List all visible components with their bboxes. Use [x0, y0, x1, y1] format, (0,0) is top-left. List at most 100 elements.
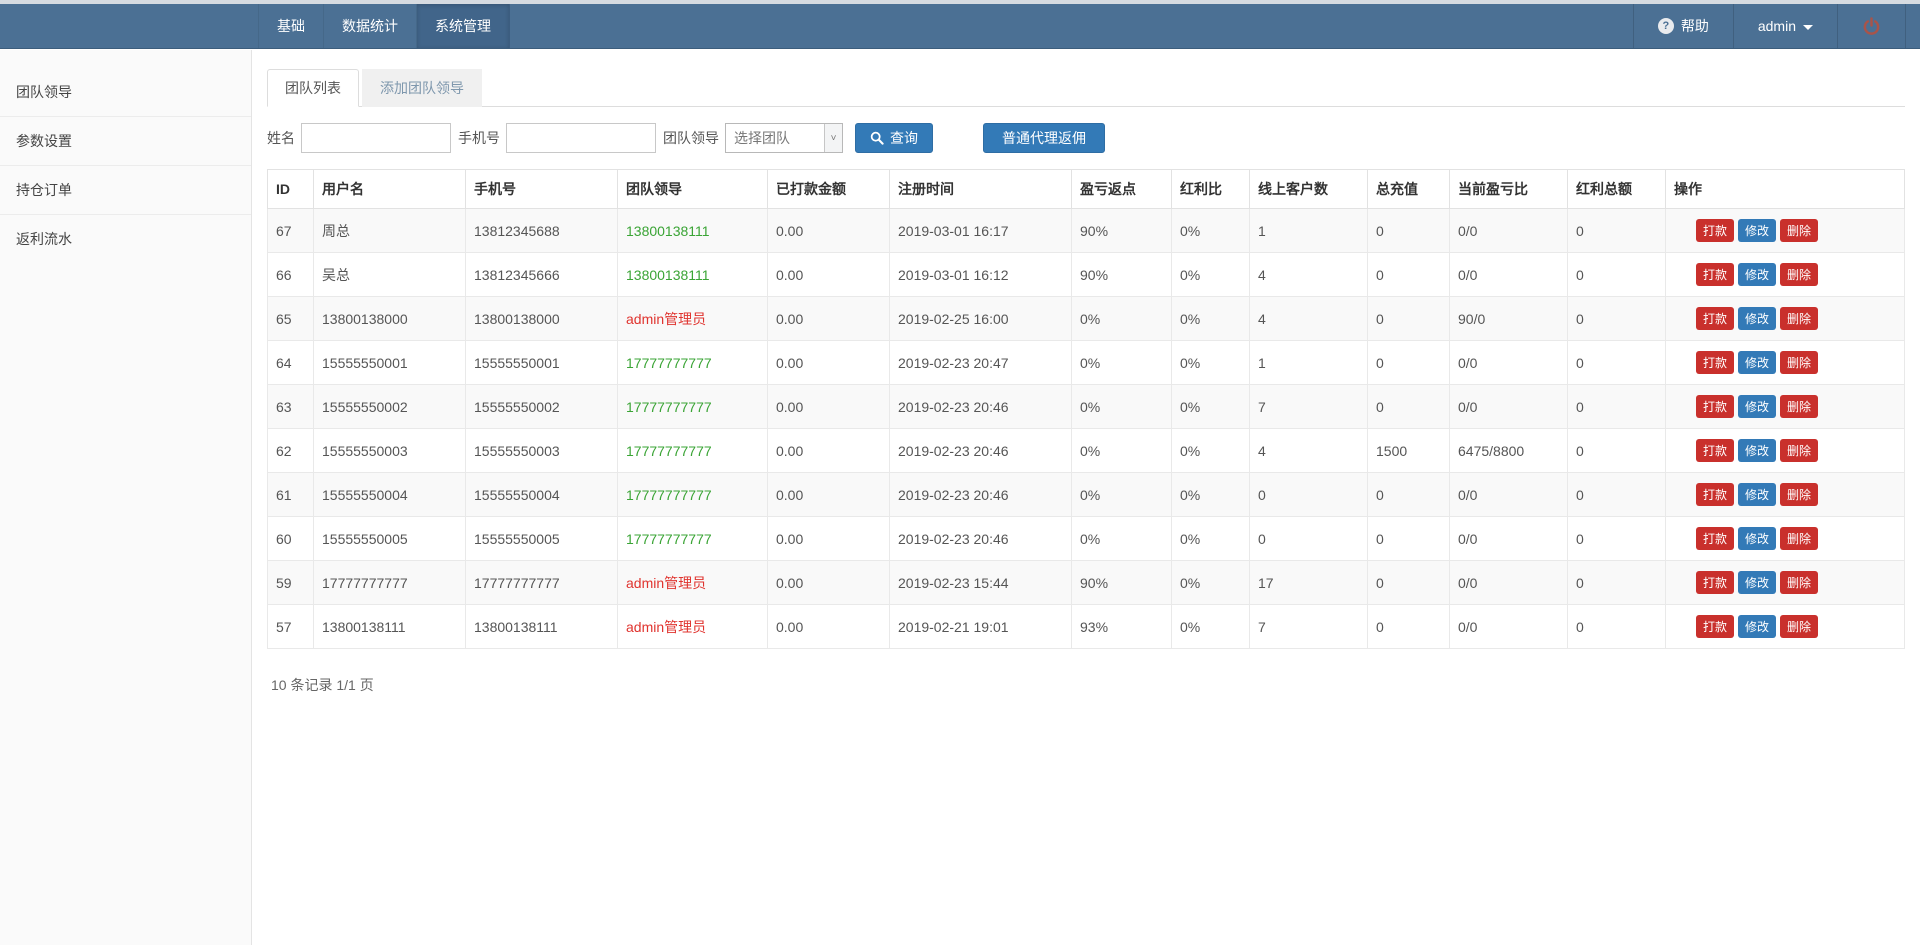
- edit-button[interactable]: 修改: [1738, 527, 1776, 550]
- delete-button[interactable]: 删除: [1780, 527, 1818, 550]
- admin-user-label: admin: [1758, 18, 1796, 34]
- cell-actions: 打款修改删除: [1666, 297, 1905, 341]
- cell-phone: 13812345666: [466, 253, 618, 297]
- logout-button[interactable]: [1837, 4, 1906, 48]
- delete-button[interactable]: 删除: [1780, 307, 1818, 330]
- cell-total-recharge: 0: [1368, 341, 1450, 385]
- cell-actions: 打款修改删除: [1666, 605, 1905, 649]
- delete-button[interactable]: 删除: [1780, 439, 1818, 462]
- cell-leader: 17777777777: [618, 341, 768, 385]
- cell-online-customers: 1: [1250, 341, 1368, 385]
- cell-username: 17777777777: [314, 561, 466, 605]
- pay-button[interactable]: 打款: [1696, 307, 1734, 330]
- cell-total-recharge: 0: [1368, 561, 1450, 605]
- sidebar-item[interactable]: 参数设置: [0, 117, 251, 166]
- cell-total-recharge: 0: [1368, 517, 1450, 561]
- nav-item[interactable]: 基础: [258, 4, 324, 48]
- edit-button[interactable]: 修改: [1738, 395, 1776, 418]
- help-link[interactable]: ? 帮助: [1633, 4, 1733, 48]
- cell-id: 67: [268, 209, 314, 253]
- cell-username: 15555550001: [314, 341, 466, 385]
- cell-bonus-total: 0: [1568, 473, 1666, 517]
- admin-user-menu[interactable]: admin: [1733, 4, 1837, 48]
- phone-input[interactable]: [506, 123, 656, 153]
- pay-button[interactable]: 打款: [1696, 219, 1734, 242]
- cell-reg-time: 2019-02-23 15:44: [890, 561, 1072, 605]
- delete-button[interactable]: 删除: [1780, 219, 1818, 242]
- cell-total-recharge: 1500: [1368, 429, 1450, 473]
- navbar-right: ? 帮助 admin: [1633, 4, 1906, 48]
- cell-online-customers: 1: [1250, 209, 1368, 253]
- delete-button[interactable]: 删除: [1780, 263, 1818, 286]
- question-circle-icon: ?: [1658, 18, 1674, 34]
- edit-button[interactable]: 修改: [1738, 219, 1776, 242]
- pay-button[interactable]: 打款: [1696, 571, 1734, 594]
- pay-button[interactable]: 打款: [1696, 439, 1734, 462]
- nav-item[interactable]: 系统管理: [417, 4, 510, 48]
- cell-online-customers: 4: [1250, 253, 1368, 297]
- cell-reg-time: 2019-02-25 16:00: [890, 297, 1072, 341]
- tab[interactable]: 添加团队领导: [362, 69, 482, 107]
- agent-rebate-button[interactable]: 普通代理返佣: [983, 123, 1105, 153]
- cell-actions: 打款修改删除: [1666, 253, 1905, 297]
- cell-phone: 13800138000: [466, 297, 618, 341]
- cell-actions: 打款修改删除: [1666, 385, 1905, 429]
- edit-button[interactable]: 修改: [1738, 263, 1776, 286]
- sidebar-item[interactable]: 持仓订单: [0, 166, 251, 215]
- cell-username: 13800138000: [314, 297, 466, 341]
- search-button[interactable]: 查询: [855, 123, 933, 153]
- sidebar-item[interactable]: 返利流水: [0, 215, 251, 264]
- pay-button[interactable]: 打款: [1696, 351, 1734, 374]
- edit-button[interactable]: 修改: [1738, 307, 1776, 330]
- cell-id: 59: [268, 561, 314, 605]
- pay-button[interactable]: 打款: [1696, 263, 1734, 286]
- cell-reg-time: 2019-02-23 20:46: [890, 429, 1072, 473]
- team-select-value: 选择团队: [726, 128, 790, 148]
- power-icon: [1862, 17, 1881, 36]
- cell-leader: 17777777777: [618, 429, 768, 473]
- help-label: 帮助: [1681, 16, 1709, 36]
- pay-button[interactable]: 打款: [1696, 483, 1734, 506]
- cell-leader: admin管理员: [618, 561, 768, 605]
- nav-item[interactable]: 数据统计: [324, 4, 417, 48]
- delete-button[interactable]: 删除: [1780, 395, 1818, 418]
- edit-button[interactable]: 修改: [1738, 615, 1776, 638]
- cell-bonus-total: 0: [1568, 605, 1666, 649]
- cell-online-customers: 7: [1250, 385, 1368, 429]
- cell-bonus-total: 0: [1568, 253, 1666, 297]
- tab[interactable]: 团队列表: [267, 69, 359, 107]
- cell-id: 57: [268, 605, 314, 649]
- column-header: 手机号: [466, 170, 618, 209]
- delete-button[interactable]: 删除: [1780, 615, 1818, 638]
- sidebar-item[interactable]: 团队领导: [0, 68, 251, 117]
- agent-rebate-label: 普通代理返佣: [1002, 128, 1086, 148]
- pay-button[interactable]: 打款: [1696, 527, 1734, 550]
- cell-phone: 17777777777: [466, 561, 618, 605]
- phone-label: 手机号: [458, 128, 500, 148]
- pay-button[interactable]: 打款: [1696, 615, 1734, 638]
- cell-pl-rebate: 90%: [1072, 561, 1172, 605]
- search-icon: [870, 131, 884, 145]
- cell-current-pl: 0/0: [1450, 561, 1568, 605]
- delete-button[interactable]: 删除: [1780, 351, 1818, 374]
- edit-button[interactable]: 修改: [1738, 571, 1776, 594]
- delete-button[interactable]: 删除: [1780, 483, 1818, 506]
- cell-bonus-ratio: 0%: [1172, 605, 1250, 649]
- cell-total-recharge: 0: [1368, 253, 1450, 297]
- cell-bonus-ratio: 0%: [1172, 473, 1250, 517]
- edit-button[interactable]: 修改: [1738, 483, 1776, 506]
- name-input[interactable]: [301, 123, 451, 153]
- cell-bonus-total: 0: [1568, 209, 1666, 253]
- pay-button[interactable]: 打款: [1696, 395, 1734, 418]
- sidebar: 团队领导参数设置持仓订单返利流水: [0, 50, 252, 945]
- cell-bonus-ratio: 0%: [1172, 561, 1250, 605]
- cell-pl-rebate: 0%: [1072, 385, 1172, 429]
- cell-online-customers: 4: [1250, 429, 1368, 473]
- delete-button[interactable]: 删除: [1780, 571, 1818, 594]
- cell-phone: 15555550005: [466, 517, 618, 561]
- team-select[interactable]: 选择团队 ˅: [725, 123, 843, 153]
- edit-button[interactable]: 修改: [1738, 439, 1776, 462]
- cell-phone: 13812345688: [466, 209, 618, 253]
- edit-button[interactable]: 修改: [1738, 351, 1776, 374]
- main-menu: 基础数据统计系统管理: [258, 4, 510, 48]
